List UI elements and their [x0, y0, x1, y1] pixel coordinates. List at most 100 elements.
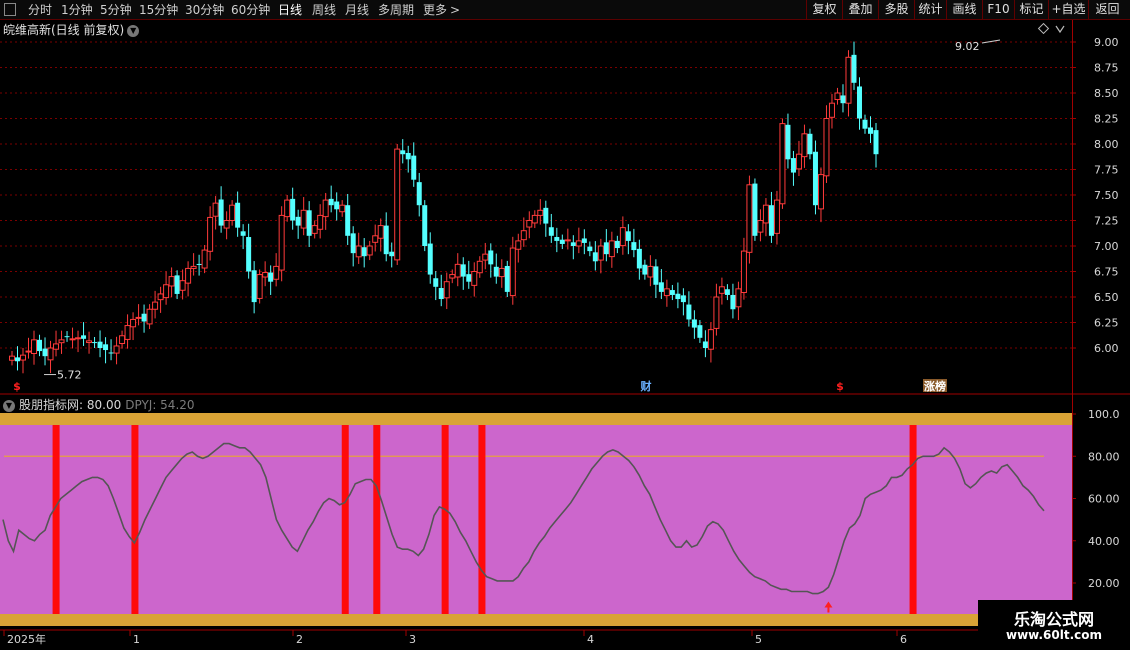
candle-body-down [785, 124, 791, 160]
candle-body-down [350, 233, 356, 254]
candle-body-down [631, 242, 637, 251]
candle-body-up [476, 260, 483, 274]
candle-body-up [647, 265, 654, 278]
annotations: 9.02 5.72 [44, 39, 1001, 382]
candle-body-up [25, 350, 32, 353]
candle-body-up [520, 230, 527, 241]
candle-body-up [608, 240, 615, 258]
candle-body-up [801, 133, 808, 158]
price-tick-label: 6.00 [1094, 342, 1119, 355]
candle-body-down [680, 295, 686, 303]
candle-body-up [47, 347, 54, 361]
draw-line-button[interactable]: 画线 [946, 0, 982, 19]
more-chevron-icon[interactable]: > [450, 2, 460, 18]
candle-body-up [311, 225, 318, 234]
time-tick-label: 6 [900, 633, 907, 646]
stock-chart[interactable]: 6.00 6.25 6.50 6.75 7.00 7.25 7.50 7.75 8.00 8.25… [0, 20, 1130, 650]
low-price-label: 5.72 [57, 369, 82, 382]
candle-body-up [20, 354, 27, 361]
add-watchlist-button[interactable]: +自选 [1048, 0, 1088, 19]
overlay-button[interactable]: 叠加 [842, 0, 878, 19]
candle-body-up [9, 355, 15, 361]
candle-body-up [53, 343, 60, 350]
watermark-title: 乐淘公式网 [1013, 610, 1094, 629]
candle-body-down [235, 202, 241, 228]
candle-body-down [37, 339, 43, 352]
candle-body-down [625, 231, 631, 241]
period-tab-monthly[interactable]: 月线 [345, 2, 369, 18]
candle-body-up [526, 220, 533, 228]
candle-body-down [64, 336, 70, 338]
candle-body-down [559, 239, 565, 244]
f10-button[interactable]: F10 [982, 0, 1014, 19]
period-tab-multi[interactable]: 多周期 [378, 2, 414, 18]
mark-button[interactable]: 标记 [1014, 0, 1048, 19]
candle-body-up [119, 335, 126, 345]
candle-body-up [795, 153, 802, 170]
period-tab-15min[interactable]: 15分钟 [139, 2, 178, 18]
candle-body-up [207, 216, 214, 252]
candle-body-down [416, 182, 422, 206]
lower-band [0, 614, 1072, 626]
candle-body-up [339, 204, 346, 213]
candle-body-down [642, 264, 648, 275]
candle-body-down [268, 272, 274, 282]
candle-body-up [817, 174, 824, 210]
candle-body-up [509, 247, 516, 297]
period-tab-weekly[interactable]: 周线 [312, 2, 336, 18]
event-marker: $ [13, 380, 21, 393]
candle-body-down [873, 130, 879, 155]
candle-body-down [466, 274, 472, 282]
candle-body-down [543, 207, 549, 224]
price-tick-label: 8.25 [1094, 113, 1119, 126]
candle-body-up [762, 204, 769, 224]
candle-body-down [768, 205, 774, 236]
candle-body-up [190, 265, 197, 269]
candle-body-down [345, 205, 351, 236]
period-tab-daily[interactable]: 日线 [278, 2, 302, 18]
candle-body-down [361, 247, 367, 257]
candle-body-up [828, 102, 835, 118]
period-tab-30min[interactable]: 30分钟 [185, 2, 224, 18]
statistics-button[interactable]: 统计 [914, 0, 946, 19]
candle-body-down [840, 95, 846, 104]
candle-body-up [262, 272, 269, 278]
candle-body-up [366, 245, 373, 256]
period-tab-fenshi[interactable]: 分时 [28, 2, 52, 18]
candle-body-up [537, 209, 544, 216]
panel-toggle-icon[interactable] [4, 3, 16, 16]
candle-body-up [157, 293, 164, 301]
candle-body-up [471, 271, 478, 286]
price-tick-label: 7.75 [1094, 164, 1119, 177]
price-tick-label: 6.75 [1094, 266, 1119, 279]
candle-body-up [31, 339, 38, 355]
indicator-tick-label: 60.00 [1088, 493, 1120, 506]
price-tick-label: 7.00 [1094, 240, 1119, 253]
period-tab-5min[interactable]: 5分钟 [100, 2, 132, 18]
restore-rights-button[interactable]: 复权 [806, 0, 842, 19]
candle-body-down [614, 240, 620, 249]
period-tab-more[interactable]: 更多 [423, 2, 447, 18]
period-tab-1min[interactable]: 1分钟 [61, 2, 93, 18]
candle-body-down [422, 205, 428, 246]
candle-body-up [284, 199, 291, 218]
price-tick-label: 7.50 [1094, 189, 1119, 202]
candle-body-down [218, 199, 224, 226]
candle-body-down [862, 119, 868, 129]
candle-body-up [454, 263, 461, 278]
candle-body-up [300, 209, 307, 229]
multi-stock-button[interactable]: 多股 [878, 0, 914, 19]
candle-body-down [669, 290, 675, 295]
candle-body-down [103, 344, 109, 351]
candle-body-down [246, 237, 252, 272]
time-tick-label: 4 [587, 633, 594, 646]
candle-body-down [174, 275, 180, 294]
back-button[interactable]: 返回 [1088, 0, 1126, 19]
candle-body-down [570, 242, 576, 246]
period-tab-60min[interactable]: 60分钟 [231, 2, 270, 18]
event-marker: 涨榜 [924, 379, 946, 393]
candle-body-up [256, 274, 263, 299]
chevron-down-icon [1055, 25, 1065, 34]
price-axis: 6.00 6.25 6.50 6.75 7.00 7.25 7.50 7.75 8.00 8.25… [1072, 36, 1119, 355]
candle-body-down [251, 270, 257, 303]
